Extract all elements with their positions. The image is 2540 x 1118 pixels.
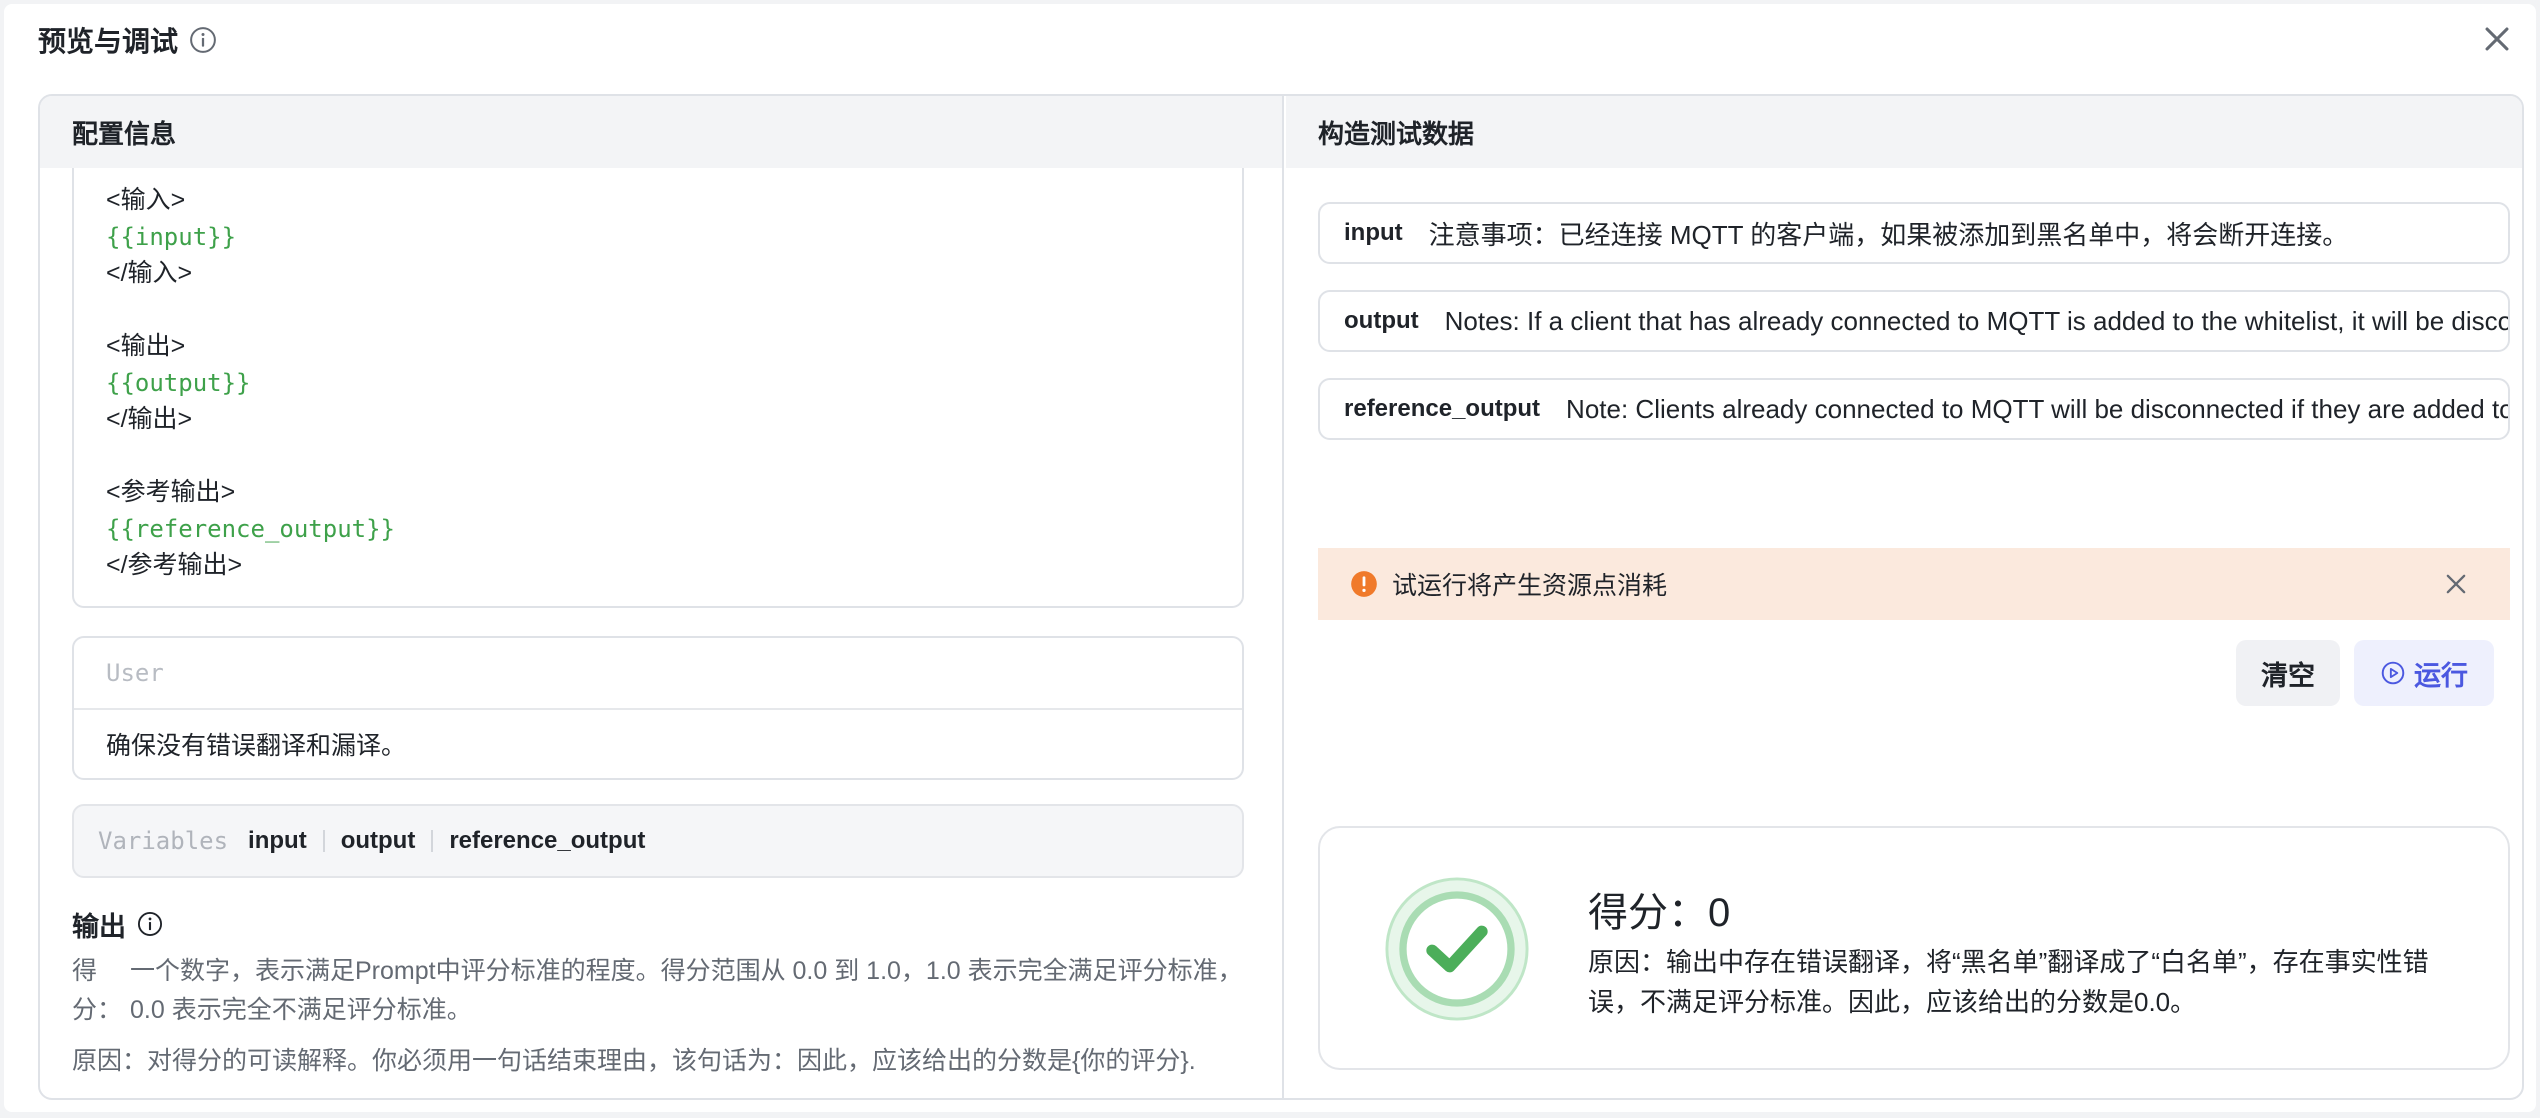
system-prompt-box[interactable]: <输入> {{input}} </输入> <输出> {{output}} </输出> <参考…	[72, 168, 1244, 608]
test-data-panel-header: 构造测试数据	[1286, 96, 2522, 168]
run-button[interactable]: 运行	[2354, 640, 2494, 706]
dialog-title: 预览与调试	[38, 18, 218, 62]
divider	[322, 830, 325, 852]
template-variable: {{input}}	[106, 219, 1210, 256]
test-field-value[interactable]: Note: Clients already connected to MQTT …	[1566, 394, 2508, 425]
test-field-key: reference_output	[1344, 395, 1541, 422]
template-tag-line: </参考输出>	[106, 551, 243, 579]
variable-chip[interactable]: reference_output	[449, 827, 645, 855]
user-role-label: User	[74, 638, 1242, 710]
test-field-key: output	[1344, 307, 1419, 334]
variables-bar: Variables input output reference_output	[72, 804, 1244, 878]
run-button-label: 运行	[2414, 660, 2468, 691]
dialog-title-text: 预览与调试	[38, 26, 179, 57]
template-tag-line: </输出>	[106, 405, 193, 433]
info-icon[interactable]	[136, 910, 164, 938]
clear-button[interactable]: 清空	[2236, 640, 2340, 706]
info-icon[interactable]	[188, 25, 218, 55]
test-field-output[interactable]: output Notes: If a client that has alrea…	[1318, 290, 2510, 352]
resource-warning-banner: 试运行将产生资源点消耗	[1318, 548, 2510, 620]
config-panel: 配置信息 <输入> {{input}} </输入> <输出> {{output}} </输…	[40, 96, 1284, 1098]
warning-icon	[1351, 571, 1377, 597]
template-tag-line: <参考输出>	[106, 478, 236, 506]
template-variable: {{reference_output}}	[106, 511, 1210, 548]
test-field-value[interactable]: Notes: If a client that has already conn…	[1445, 306, 2508, 337]
output-field-key: 得分：	[72, 957, 123, 1024]
score-reason-text: 原因：输出中存在错误翻译，将“黑名单”翻译成了“白名单”，存在事实性错误，不满足…	[1588, 947, 2429, 1017]
template-tag-line: <输出>	[106, 332, 186, 360]
output-section-title: 输出	[72, 904, 164, 944]
preview-debug-dialog: 预览与调试 配置信息 <输入> {{input}} </输入> <输出> {{outpu…	[4, 4, 2536, 1112]
test-field-key: input	[1344, 219, 1403, 246]
variable-text: {{output}}	[106, 368, 251, 397]
user-message-box[interactable]: User 确保没有错误翻译和漏译。	[72, 636, 1244, 780]
warning-text: 试运行将产生资源点消耗	[1392, 572, 1668, 600]
test-field-value[interactable]: 注意事项：已经连接 MQTT 的客户端，如果被添加到黑名单中，将会断开连接。	[1429, 215, 2349, 252]
template-tag-line: <输入>	[106, 186, 186, 214]
config-panel-header: 配置信息	[40, 96, 1282, 168]
template-variable: {{output}}	[106, 365, 1210, 402]
test-field-input[interactable]: input 注意事项：已经连接 MQTT 的客户端，如果被添加到黑名单中，将会断…	[1318, 202, 2510, 264]
score-result-card: 得分：0 原因：输出中存在错误翻译，将“黑名单”翻译成了“白名单”，存在事实性错…	[1318, 826, 2510, 1070]
test-data-panel: 构造测试数据 input 注意事项：已经连接 MQTT 的客户端，如果被添加到黑…	[1286, 96, 2522, 1098]
close-icon[interactable]	[2480, 22, 2514, 56]
output-field-description: 对得分的可读解释。你必须用一句话结束理由，该句话为：因此，应该给出的分数是{你的…	[147, 1047, 1196, 1075]
variable-text: {{input}}	[106, 222, 237, 251]
template-tag-line: </输入>	[106, 259, 193, 287]
output-title-text: 输出	[72, 911, 126, 942]
check-circle-icon	[1385, 877, 1529, 1021]
output-field-description: 一个数字，表示满足Prompt中评分标准的程度。得分范围从 0.0 到 1.0，…	[130, 957, 1243, 1024]
play-circle-icon	[2381, 661, 2405, 685]
output-field-score: 得分： 一个数字，表示满足Prompt中评分标准的程度。得分范围从 0.0 到 …	[72, 952, 1252, 1030]
score-value: 得分：0	[1588, 880, 1730, 938]
output-field-reason: 原因： 对得分的可读解释。你必须用一句话结束理由，该句话为：因此，应该给出的分数…	[72, 1042, 1252, 1081]
divider	[431, 830, 434, 852]
variable-chip[interactable]: input	[248, 827, 307, 855]
close-icon[interactable]	[2442, 570, 2470, 598]
output-field-key: 原因：	[72, 1047, 148, 1075]
test-field-reference-output[interactable]: reference_output Note: Clients already c…	[1318, 378, 2510, 440]
score-number: 0	[1708, 891, 1731, 935]
user-message-text[interactable]: 确保没有错误翻译和漏译。	[74, 710, 1242, 778]
content-container: 配置信息 <输入> {{input}} </输入> <输出> {{output}} </输…	[38, 94, 2524, 1100]
variable-chip[interactable]: output	[341, 827, 416, 855]
variable-text: {{reference_output}}	[106, 514, 395, 543]
score-label: 得分：	[1588, 891, 1708, 935]
variables-label: Variables	[98, 827, 229, 855]
